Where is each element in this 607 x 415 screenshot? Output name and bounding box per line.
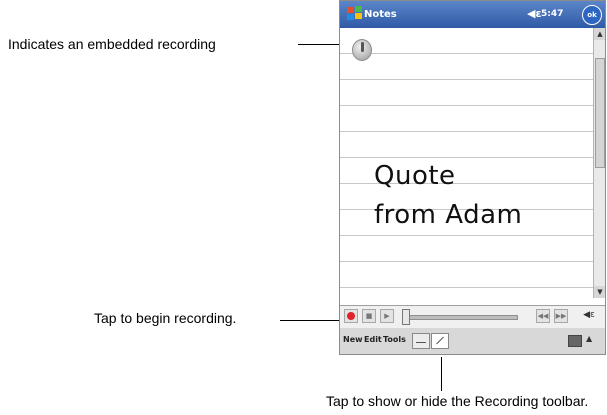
volume-icon[interactable]: ◀ε	[580, 309, 598, 323]
keyboard-icon[interactable]	[568, 335, 582, 347]
embedded-recording-icon[interactable]	[352, 39, 372, 61]
play-button[interactable]: ▶	[380, 309, 394, 323]
callout-embedded-recording: Indicates an embedded recording	[8, 36, 216, 52]
vertical-scrollbar[interactable]: ▲ ▼	[593, 28, 605, 298]
speaker-icon[interactable]: ◀ε	[527, 7, 542, 20]
stop-button[interactable]: ■	[362, 309, 376, 323]
playback-slider-track[interactable]	[404, 315, 518, 320]
device-screen: Notes ◀ε 5:47 ok Quote from Adam ▲ ▼ ■ ▶…	[339, 0, 606, 355]
skip-back-button[interactable]: ◀◀	[536, 309, 550, 323]
title-bar: Notes ◀ε 5:47 ok	[340, 1, 605, 28]
app-title: Notes	[364, 9, 397, 20]
pen-mode-icon[interactable]	[412, 333, 430, 349]
callout-line-begin	[280, 320, 346, 321]
playback-slider-thumb[interactable]	[402, 309, 410, 325]
callout-begin-recording: Tap to begin recording.	[94, 310, 237, 326]
scrollbar-thumb[interactable]	[595, 58, 605, 168]
scroll-down-arrow-icon[interactable]: ▼	[594, 286, 605, 298]
callout-line-toggle	[441, 357, 442, 391]
menu-edit[interactable]: Edit	[364, 335, 382, 344]
menu-new[interactable]: New	[343, 335, 363, 344]
skip-forward-button[interactable]: ▶▶	[554, 309, 568, 323]
record-button[interactable]	[344, 309, 358, 323]
recording-toolbar: ■ ▶ ◀◀ ▶▶ ◀ε	[340, 305, 605, 329]
windows-start-icon[interactable]	[344, 3, 366, 25]
input-selector-arrow-icon[interactable]: ▲	[586, 334, 592, 343]
scroll-up-arrow-icon[interactable]: ▲	[594, 28, 605, 40]
clock-time[interactable]: 5:47	[541, 9, 563, 19]
note-line-1: Quote	[374, 161, 456, 191]
ok-button[interactable]: ok	[582, 5, 602, 25]
note-line-2: from Adam	[374, 200, 523, 230]
menu-tools[interactable]: Tools	[383, 335, 406, 344]
callout-toggle-toolbar: Tap to show or hide the Recording toolba…	[326, 393, 589, 409]
recording-toolbar-toggle-icon[interactable]	[431, 333, 449, 349]
menu-bar: New Edit Tools ▲	[340, 328, 605, 354]
